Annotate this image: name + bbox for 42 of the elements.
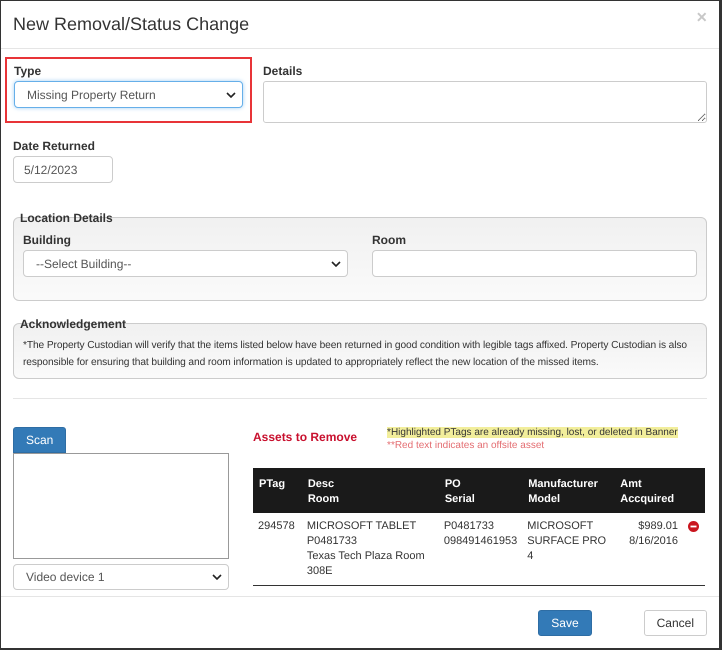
field-label: Building: [23, 233, 72, 247]
table-cell-text: MICROSOFT SURFACE PRO 4: [527, 519, 608, 564]
table-cell-text: MICROSOFT TABLET P0481733: [306, 519, 418, 549]
table-cell-text: Texas Tech Plaza Room 308E: [306, 549, 426, 579]
chevron-icon: [212, 574, 222, 580]
chevron-icon: [226, 92, 236, 98]
column-header: Accquired: [620, 492, 676, 507]
save-button[interactable]: Save: [538, 610, 592, 636]
column-header: Room: [308, 492, 340, 507]
table-cell-text: $989.01: [637, 519, 678, 534]
remove-icon[interactable]: [688, 521, 700, 532]
column-header: Desc: [308, 477, 336, 492]
type-select[interactable]: Missing Property Return: [14, 81, 243, 108]
panel-legend: Location Details: [20, 211, 113, 225]
column-header: PTag: [259, 477, 286, 492]
column-header: PO: [444, 477, 462, 492]
section-title: Assets to Remove: [253, 430, 358, 446]
field-label: Room: [372, 233, 407, 247]
video-device-select[interactable]: Video device 1: [13, 564, 229, 590]
column-header: Manufacturer: [528, 477, 599, 492]
date-field[interactable]: 5/12/2023: [13, 156, 113, 183]
column-header: Serial: [444, 492, 476, 507]
cancel-button[interactable]: Cancel: [644, 610, 707, 636]
building-select[interactable]: --Select Building--: [23, 250, 348, 277]
scan-button[interactable]: Scan: [13, 427, 66, 453]
table-cell-text: P0481733: [444, 519, 495, 534]
column-header: Model: [528, 492, 562, 507]
panel-legend: Acknowledgement: [20, 317, 126, 331]
room-field[interactable]: [372, 250, 697, 277]
dialog-title: New Removal/Status Change: [13, 14, 250, 35]
table-cell-text: 294578: [258, 519, 296, 534]
highlight-note: *Highlighted PTags are already missing, lost, or deleted in Banner: [387, 427, 678, 438]
field-label: Details: [263, 64, 304, 78]
offsite-note: **Red text indicates an offsite asset: [387, 440, 544, 451]
table-cell: 098491461953: [444, 534, 518, 549]
details-field[interactable]: [263, 81, 707, 123]
field-label: Type: [14, 64, 42, 78]
chevron-icon: [331, 260, 341, 266]
column-header: Amt: [620, 477, 643, 492]
field-label: Date Returned: [13, 139, 96, 153]
acknowledgement-text: *The Property Custodian will verify that the items listed below have been returned in good condition with legible tags affixed. Property Custodian is also responsible for ensuring that building and room information is updated to appropriately reflect the new location of the missed items.: [23, 339, 688, 370]
table-cell-text: 8/16/2016: [628, 534, 678, 549]
